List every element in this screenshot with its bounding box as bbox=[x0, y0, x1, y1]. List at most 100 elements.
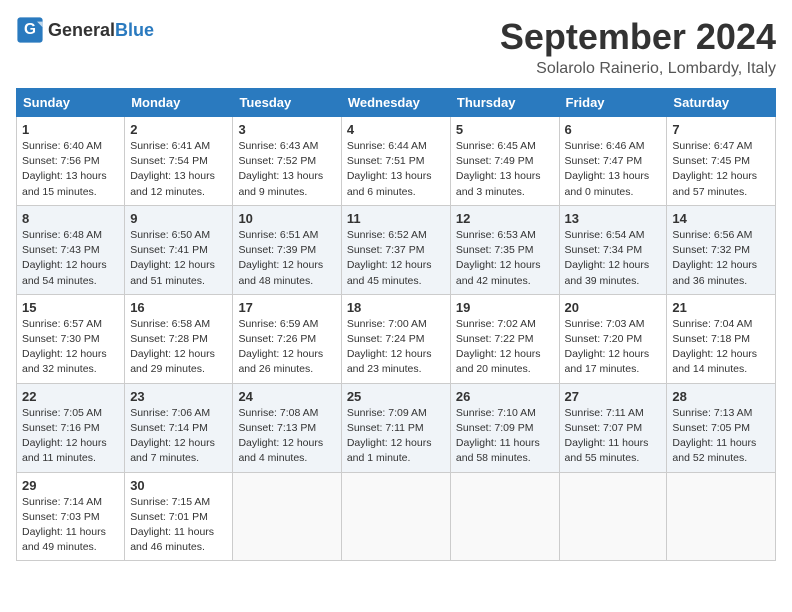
title-area: September 2024 Solarolo Rainerio, Lombar… bbox=[500, 16, 776, 78]
calendar-cell: 20 Sunrise: 7:03 AMSunset: 7:20 PMDayligh… bbox=[559, 294, 667, 383]
calendar-cell: 6 Sunrise: 6:46 AMSunset: 7:47 PMDaylight… bbox=[559, 117, 667, 206]
calendar-cell: 13 Sunrise: 6:54 AMSunset: 7:34 PMDayligh… bbox=[559, 205, 667, 294]
calendar-week-4: 22 Sunrise: 7:05 AMSunset: 7:16 PMDayligh… bbox=[17, 383, 776, 472]
day-number: 27 bbox=[565, 389, 662, 404]
day-number: 8 bbox=[22, 211, 119, 226]
day-detail: Sunrise: 7:11 AMSunset: 7:07 PMDaylight:… bbox=[565, 406, 662, 467]
day-detail: Sunrise: 7:13 AMSunset: 7:05 PMDaylight:… bbox=[672, 406, 770, 467]
weekday-header-sunday: Sunday bbox=[17, 89, 125, 117]
day-detail: Sunrise: 6:40 AMSunset: 7:56 PMDaylight:… bbox=[22, 139, 119, 200]
calendar-cell: 4 Sunrise: 6:44 AMSunset: 7:51 PMDaylight… bbox=[341, 117, 450, 206]
weekday-header-saturday: Saturday bbox=[667, 89, 776, 117]
calendar-cell: 10 Sunrise: 6:51 AMSunset: 7:39 PMDayligh… bbox=[233, 205, 341, 294]
calendar-cell: 16Sunrise: 6:58 AMSunset: 7:28 PMDayligh… bbox=[125, 294, 233, 383]
day-number: 25 bbox=[347, 389, 445, 404]
day-detail: Sunrise: 7:05 AMSunset: 7:16 PMDaylight:… bbox=[22, 406, 119, 467]
day-detail: Sunrise: 6:57 AMSunset: 7:30 PMDaylight:… bbox=[22, 317, 119, 378]
weekday-header-wednesday: Wednesday bbox=[341, 89, 450, 117]
calendar-cell: 14 Sunrise: 6:56 AMSunset: 7:32 PMDayligh… bbox=[667, 205, 776, 294]
svg-text:G: G bbox=[24, 21, 36, 38]
day-number: 28 bbox=[672, 389, 770, 404]
day-detail: Sunrise: 6:47 AMSunset: 7:45 PMDaylight:… bbox=[672, 139, 770, 200]
day-number: 3 bbox=[238, 122, 335, 137]
calendar-cell bbox=[667, 472, 776, 561]
calendar-cell: 24 Sunrise: 7:08 AMSunset: 7:13 PMDayligh… bbox=[233, 383, 341, 472]
calendar-cell: 25 Sunrise: 7:09 AMSunset: 7:11 PMDayligh… bbox=[341, 383, 450, 472]
day-detail: Sunrise: 7:04 AMSunset: 7:18 PMDaylight:… bbox=[672, 317, 770, 378]
day-number: 30 bbox=[130, 478, 227, 493]
day-detail: Sunrise: 6:48 AMSunset: 7:43 PMDaylight:… bbox=[22, 228, 119, 289]
logo-icon: G bbox=[16, 16, 44, 44]
day-number: 2 bbox=[130, 122, 227, 137]
day-number: 6 bbox=[565, 122, 662, 137]
calendar-cell: 11 Sunrise: 6:52 AMSunset: 7:37 PMDayligh… bbox=[341, 205, 450, 294]
calendar-cell: 17 Sunrise: 6:59 AMSunset: 7:26 PMDayligh… bbox=[233, 294, 341, 383]
day-number: 4 bbox=[347, 122, 445, 137]
calendar-week-2: 8 Sunrise: 6:48 AMSunset: 7:43 PMDaylight… bbox=[17, 205, 776, 294]
day-detail: Sunrise: 7:09 AMSunset: 7:11 PMDaylight:… bbox=[347, 406, 445, 467]
day-number: 24 bbox=[238, 389, 335, 404]
day-detail: Sunrise: 6:53 AMSunset: 7:35 PMDaylight:… bbox=[456, 228, 554, 289]
calendar-cell: 30 Sunrise: 7:15 AMSunset: 7:01 PMDayligh… bbox=[125, 472, 233, 561]
weekday-header-friday: Friday bbox=[559, 89, 667, 117]
day-detail: Sunrise: 7:14 AMSunset: 7:03 PMDaylight:… bbox=[22, 495, 119, 556]
calendar-cell: 3 Sunrise: 6:43 AMSunset: 7:52 PMDaylight… bbox=[233, 117, 341, 206]
calendar-cell bbox=[233, 472, 341, 561]
calendar-cell: 18 Sunrise: 7:00 AMSunset: 7:24 PMDayligh… bbox=[341, 294, 450, 383]
weekday-header-tuesday: Tuesday bbox=[233, 89, 341, 117]
calendar-cell: 7 Sunrise: 6:47 AMSunset: 7:45 PMDaylight… bbox=[667, 117, 776, 206]
calendar-cell: 23 Sunrise: 7:06 AMSunset: 7:14 PMDayligh… bbox=[125, 383, 233, 472]
day-detail: Sunrise: 6:59 AMSunset: 7:26 PMDaylight:… bbox=[238, 317, 335, 378]
day-number: 20 bbox=[565, 300, 662, 315]
calendar-cell: 28 Sunrise: 7:13 AMSunset: 7:05 PMDayligh… bbox=[667, 383, 776, 472]
location-title: Solarolo Rainerio, Lombardy, Italy bbox=[500, 60, 776, 78]
calendar-cell: 21Sunrise: 7:04 AMSunset: 7:18 PMDayligh… bbox=[667, 294, 776, 383]
day-detail: Sunrise: 6:46 AMSunset: 7:47 PMDaylight:… bbox=[565, 139, 662, 200]
day-detail: Sunrise: 6:45 AMSunset: 7:49 PMDaylight:… bbox=[456, 139, 554, 200]
day-number: 12 bbox=[456, 211, 554, 226]
calendar-cell: 1 Sunrise: 6:40 AMSunset: 7:56 PMDaylight… bbox=[17, 117, 125, 206]
calendar-week-3: 15Sunrise: 6:57 AMSunset: 7:30 PMDayligh… bbox=[17, 294, 776, 383]
day-number: 22 bbox=[22, 389, 119, 404]
day-detail: Sunrise: 7:02 AMSunset: 7:22 PMDaylight:… bbox=[456, 317, 554, 378]
day-detail: Sunrise: 6:56 AMSunset: 7:32 PMDaylight:… bbox=[672, 228, 770, 289]
day-number: 13 bbox=[565, 211, 662, 226]
day-number: 18 bbox=[347, 300, 445, 315]
calendar-week-5: 29 Sunrise: 7:14 AMSunset: 7:03 PMDayligh… bbox=[17, 472, 776, 561]
day-number: 5 bbox=[456, 122, 554, 137]
calendar-table: SundayMondayTuesdayWednesdayThursdayFrid… bbox=[16, 88, 776, 561]
day-detail: Sunrise: 6:44 AMSunset: 7:51 PMDaylight:… bbox=[347, 139, 445, 200]
day-number: 16 bbox=[130, 300, 227, 315]
day-number: 23 bbox=[130, 389, 227, 404]
day-detail: Sunrise: 6:51 AMSunset: 7:39 PMDaylight:… bbox=[238, 228, 335, 289]
calendar-cell: 5 Sunrise: 6:45 AMSunset: 7:49 PMDaylight… bbox=[450, 117, 559, 206]
calendar-cell bbox=[450, 472, 559, 561]
day-number: 17 bbox=[238, 300, 335, 315]
day-detail: Sunrise: 6:43 AMSunset: 7:52 PMDaylight:… bbox=[238, 139, 335, 200]
day-detail: Sunrise: 6:52 AMSunset: 7:37 PMDaylight:… bbox=[347, 228, 445, 289]
weekday-header-monday: Monday bbox=[125, 89, 233, 117]
weekday-header-row: SundayMondayTuesdayWednesdayThursdayFrid… bbox=[17, 89, 776, 117]
logo: G GeneralBlue bbox=[16, 16, 154, 44]
day-number: 14 bbox=[672, 211, 770, 226]
day-detail: Sunrise: 6:54 AMSunset: 7:34 PMDaylight:… bbox=[565, 228, 662, 289]
day-detail: Sunrise: 7:15 AMSunset: 7:01 PMDaylight:… bbox=[130, 495, 227, 556]
page-header: G GeneralBlue September 2024 Solarolo Ra… bbox=[16, 16, 776, 78]
day-detail: Sunrise: 7:10 AMSunset: 7:09 PMDaylight:… bbox=[456, 406, 554, 467]
day-number: 29 bbox=[22, 478, 119, 493]
calendar-cell: 2Sunrise: 6:41 AMSunset: 7:54 PMDaylight… bbox=[125, 117, 233, 206]
calendar-cell: 12 Sunrise: 6:53 AMSunset: 7:35 PMDayligh… bbox=[450, 205, 559, 294]
day-number: 7 bbox=[672, 122, 770, 137]
day-number: 19 bbox=[456, 300, 554, 315]
day-number: 1 bbox=[22, 122, 119, 137]
day-number: 26 bbox=[456, 389, 554, 404]
day-number: 9 bbox=[130, 211, 227, 226]
logo-text-general: General bbox=[48, 20, 115, 40]
day-detail: Sunrise: 7:06 AMSunset: 7:14 PMDaylight:… bbox=[130, 406, 227, 467]
day-detail: Sunrise: 7:08 AMSunset: 7:13 PMDaylight:… bbox=[238, 406, 335, 467]
day-detail: Sunrise: 7:03 AMSunset: 7:20 PMDaylight:… bbox=[565, 317, 662, 378]
day-number: 10 bbox=[238, 211, 335, 226]
day-number: 11 bbox=[347, 211, 445, 226]
day-detail: Sunrise: 7:00 AMSunset: 7:24 PMDaylight:… bbox=[347, 317, 445, 378]
logo-text-blue: Blue bbox=[115, 20, 154, 40]
